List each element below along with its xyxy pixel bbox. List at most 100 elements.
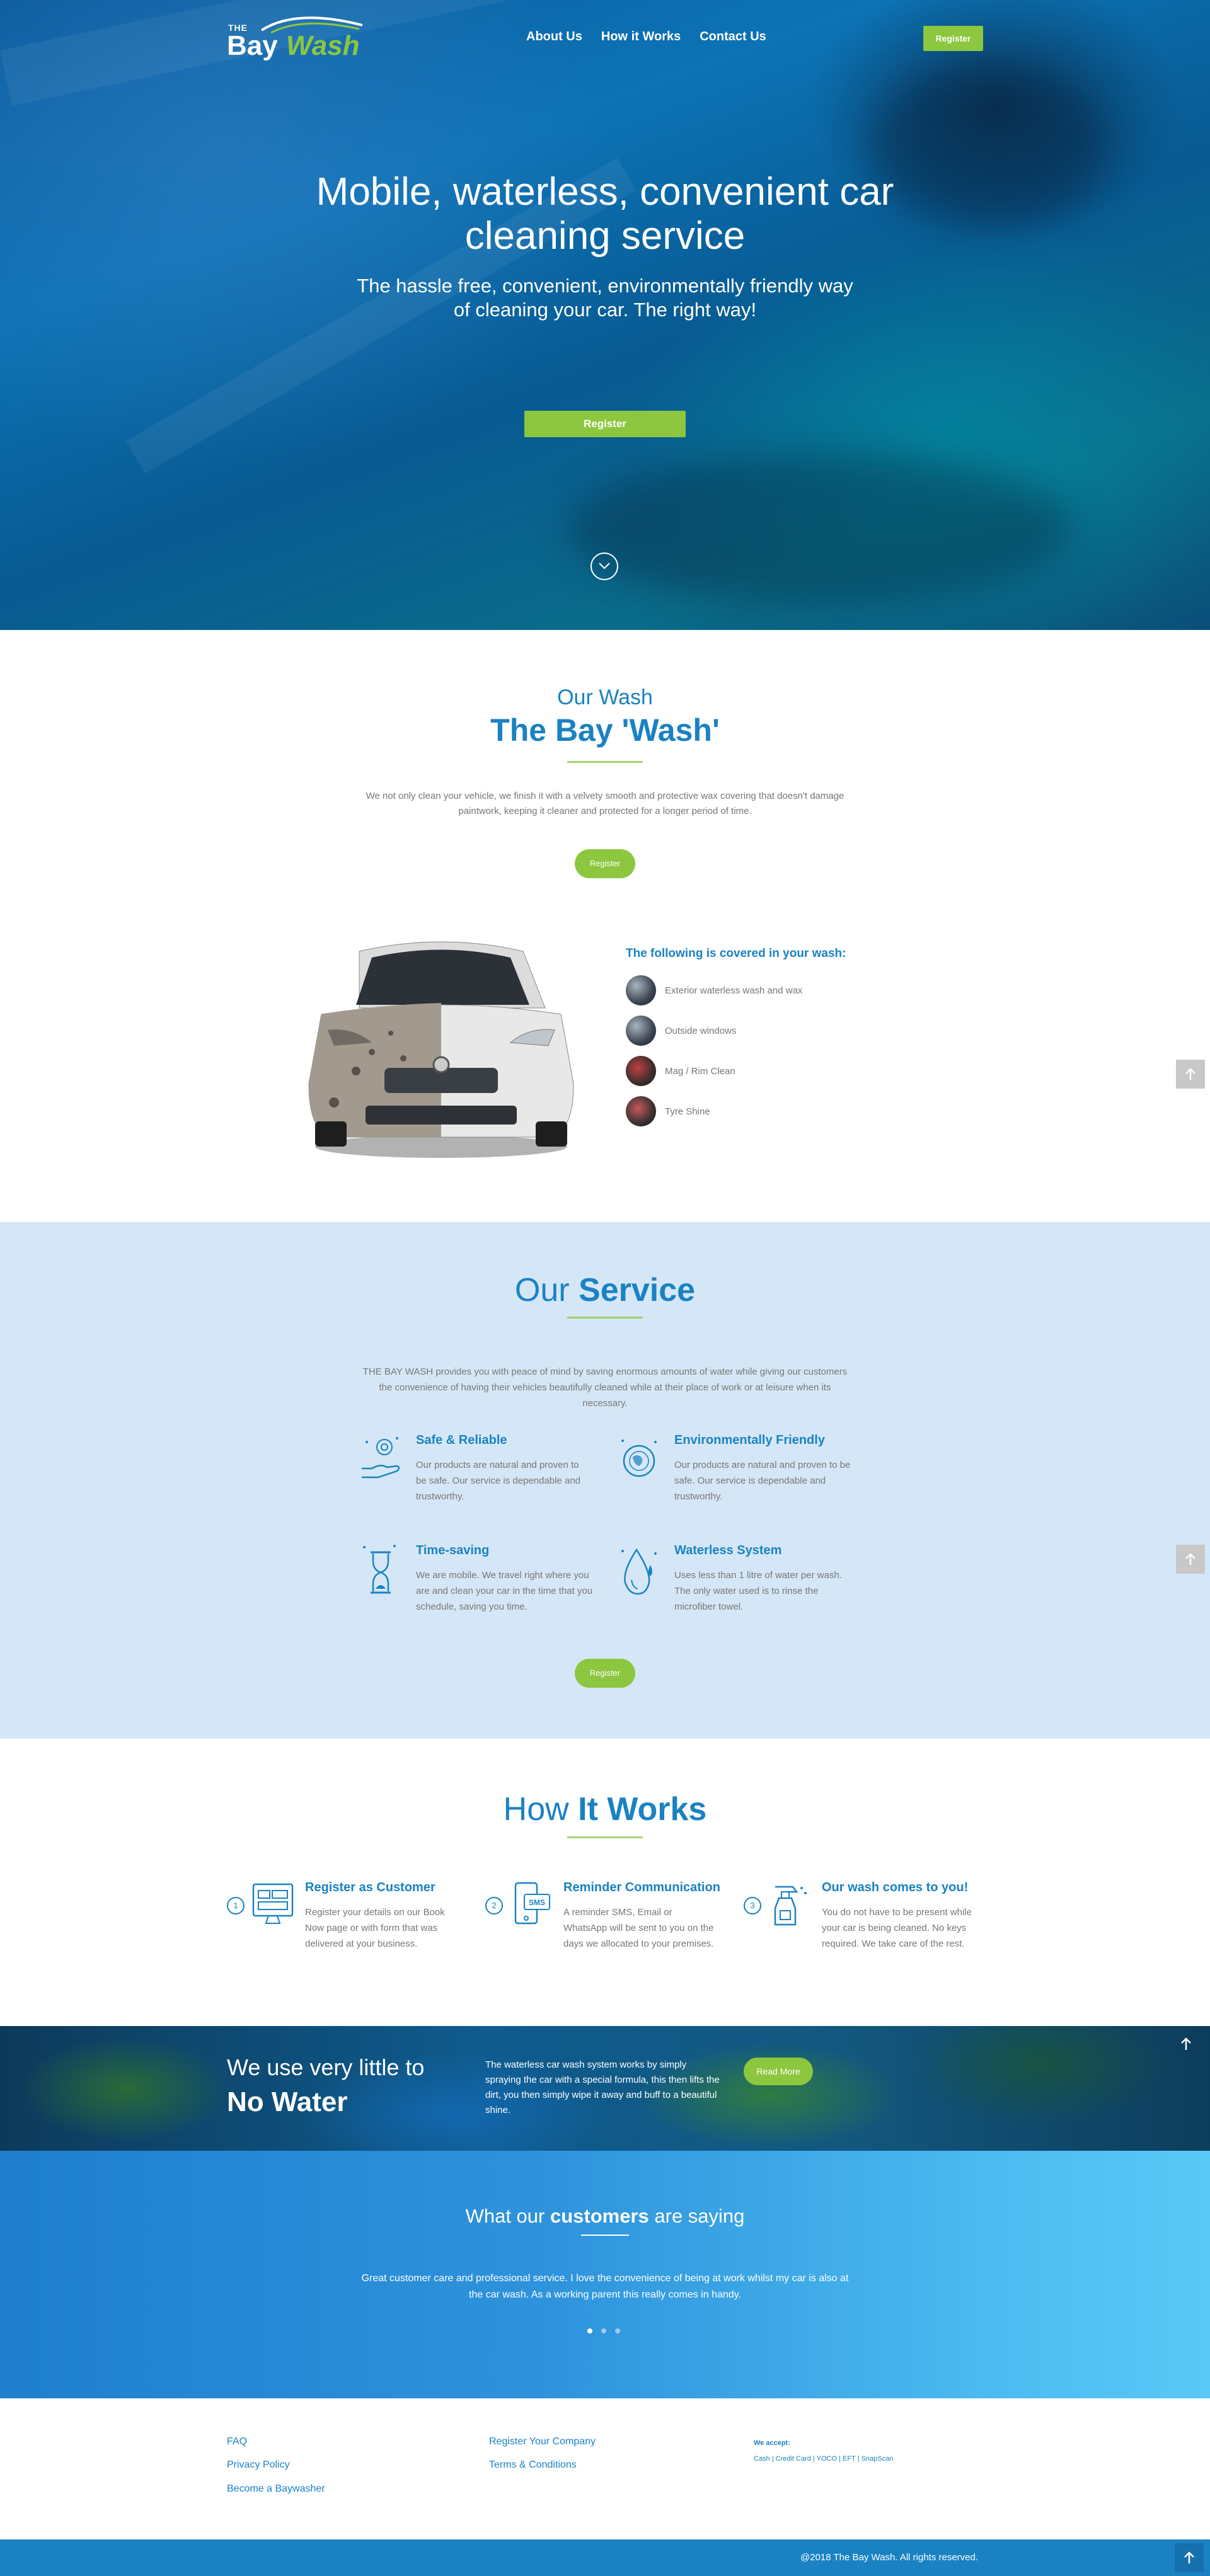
logo-wash-text: Wash <box>286 30 360 61</box>
step-wash-comes: 3 Our wash comes to you! You do not have… <box>744 1880 989 1981</box>
copyright-text: @2018 The Bay Wash. All rights reserved. <box>800 2552 979 2563</box>
footer: FAQ Privacy Policy Become a Baywasher Re… <box>0 2398 1210 2539</box>
arrow-up-icon[interactable] <box>1180 2036 1192 2051</box>
wash-title-underline <box>567 761 643 763</box>
rim-clean-thumb <box>626 1056 656 1086</box>
service-item-safe: Safe & Reliable Our products are natural… <box>359 1433 599 1515</box>
service-title: Our Service <box>0 1271 1210 1309</box>
footer-link-terms[interactable]: Terms & Conditions <box>489 2459 577 2471</box>
hand-leaf-icon <box>362 1437 400 1479</box>
wash-description: We not only clean your vehicle, we finis… <box>366 791 844 816</box>
service-item-waterless: Waterless System Uses less than 1 litre … <box>618 1543 857 1625</box>
tyre-shine-thumb <box>626 1096 656 1126</box>
step-number: 3 <box>744 1897 761 1915</box>
copyright-bar: @2018 The Bay Wash. All rights reserved. <box>0 2539 1210 2576</box>
payment-methods: Cash | Credit Card | YOCO | EFT | SnapSc… <box>754 2455 894 2463</box>
carousel-dot[interactable] <box>615 2328 620 2333</box>
hero-register-button[interactable]: Register <box>524 411 686 437</box>
phone-sms-icon: SMS <box>514 1882 550 1925</box>
service-item-title: Safe & Reliable <box>416 1433 507 1447</box>
service-item-text: Uses less than 1 litre of water per wash… <box>674 1570 842 1612</box>
how-title-light: How <box>503 1791 579 1828</box>
step-text: Register your details on our Book Now pa… <box>305 1907 445 1949</box>
how-title-underline <box>567 1836 643 1838</box>
globe-icon <box>621 1440 657 1477</box>
covered-item: Mag / Rim Clean <box>626 1056 735 1086</box>
hero-subtitle: The hassle free, convenient, environment… <box>357 275 853 321</box>
service-title-underline <box>567 1317 643 1319</box>
step-number: 2 <box>485 1897 503 1915</box>
how-title-bold: It Works <box>578 1791 707 1828</box>
service-item-environment: Environmentally Friendly Our products ar… <box>618 1433 857 1515</box>
testimonials-underline <box>581 2235 629 2236</box>
main-nav: About Us How it Works Contact Us <box>526 30 766 44</box>
chevron-down-icon <box>599 563 610 570</box>
step-number: 1 <box>227 1897 245 1915</box>
logo-bay-text: Bay <box>227 30 278 61</box>
how-title: How It Works <box>0 1790 1210 1828</box>
covered-item: Tyre Shine <box>626 1096 710 1126</box>
header-register-button[interactable]: Register <box>923 26 983 51</box>
service-title-bold: Service <box>579 1272 696 1308</box>
arrow-up-icon <box>1185 1068 1196 1080</box>
footer-link-faq[interactable]: FAQ <box>227 2436 247 2447</box>
no-water-description: The waterless car wash system works by s… <box>485 2059 720 2115</box>
nav-contact-us[interactable]: Contact Us <box>700 30 766 44</box>
form-icon <box>252 1883 294 1924</box>
nav-how-it-works[interactable]: How it Works <box>601 30 681 44</box>
service-item-text: We are mobile. We travel right where you… <box>416 1570 593 1612</box>
scroll-to-top-button[interactable] <box>1176 1545 1205 1574</box>
covered-title: The following is covered in your wash: <box>626 947 846 960</box>
our-wash-section: Our Wash The Bay 'Wash' We not only clea… <box>0 630 1210 1222</box>
service-register-button[interactable]: Register <box>575 1659 635 1688</box>
scroll-to-top-button[interactable] <box>1176 1060 1205 1089</box>
wash-register-button[interactable]: Register <box>575 849 635 878</box>
service-item-time: Time-saving We are mobile. We travel rig… <box>359 1543 599 1625</box>
service-item-text: Our products are natural and proven to b… <box>416 1460 580 1502</box>
our-service-section: Our Service THE BAY WASH provides you wi… <box>0 1222 1210 1739</box>
payment-accept-title: We accept: <box>754 2439 790 2447</box>
step-text: You do not have to be present while your… <box>822 1907 972 1949</box>
testimonials-title-c: are saying <box>648 2205 745 2227</box>
water-drop-icon <box>621 1548 657 1595</box>
testimonials-section: What our customers are saying Great cust… <box>0 2151 1210 2398</box>
service-item-title: Waterless System <box>674 1543 782 1557</box>
exterior-wash-thumb <box>626 975 656 1005</box>
service-item-title: Time-saving <box>416 1543 490 1557</box>
how-it-works-section: How It Works 1 Register as Customer Regi… <box>0 1739 1210 2026</box>
covered-item-label: Tyre Shine <box>665 1106 710 1117</box>
hourglass-icon <box>363 1545 396 1594</box>
footer-link-privacy[interactable]: Privacy Policy <box>227 2459 290 2471</box>
hero-section: THE Bay Wash About Us How it Works Conta… <box>0 0 1210 630</box>
wash-kicker: Our Wash <box>557 685 653 709</box>
no-water-heading: No Water <box>227 2087 348 2117</box>
no-water-banner: We use very little to No Water The water… <box>0 2026 1210 2151</box>
covered-item-label: Outside windows <box>665 1025 737 1036</box>
carousel-dots <box>587 2328 620 2333</box>
step-title: Reminder Communication <box>563 1880 720 1894</box>
car-half-clean-image <box>308 941 574 1158</box>
covered-item: Exterior waterless wash and wax <box>626 975 802 1005</box>
wash-title: The Bay 'Wash' <box>490 713 720 748</box>
covered-item-label: Mag / Rim Clean <box>665 1065 735 1077</box>
step-title: Our wash comes to you! <box>822 1880 969 1894</box>
page: THE Bay Wash About Us How it Works Conta… <box>0 0 1210 2576</box>
scroll-down-button[interactable] <box>591 552 618 580</box>
carousel-dot[interactable] <box>587 2328 592 2333</box>
service-intro: THE BAY WASH provides you with peace of … <box>362 1366 848 1409</box>
footer-link-become-baywasher[interactable]: Become a Baywasher <box>227 2483 325 2495</box>
step-register: 1 Register as Customer Register your det… <box>227 1880 473 1981</box>
arrow-up-icon <box>1184 2551 1194 2563</box>
footer-link-register-company[interactable]: Register Your Company <box>489 2436 596 2447</box>
scroll-to-top-button[interactable] <box>1175 2543 1204 2572</box>
carousel-dot[interactable] <box>601 2328 606 2333</box>
testimonials-title-b: customers <box>550 2205 649 2227</box>
service-item-title: Environmentally Friendly <box>674 1433 825 1447</box>
bay-wash-logo[interactable]: THE Bay Wash <box>227 11 366 68</box>
hero-title: Mobile, waterless, convenient car cleani… <box>316 170 894 258</box>
read-more-button[interactable]: Read More <box>744 2058 813 2085</box>
service-item-text: Our products are natural and proven to b… <box>674 1460 851 1502</box>
no-water-small-heading: We use very little to <box>227 2054 425 2080</box>
spray-bottle-icon <box>774 1886 807 1926</box>
nav-about-us[interactable]: About Us <box>526 30 582 44</box>
